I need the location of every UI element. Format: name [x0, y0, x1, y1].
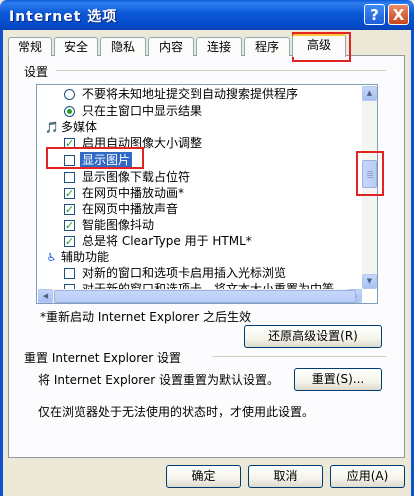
apply-button[interactable]: 应用(A) [330, 465, 405, 488]
restart-note: *重新启动 Internet Explorer 之后生效 [40, 310, 252, 324]
list-item[interactable]: 总是将 ClearType 用于 HTML* [37, 233, 357, 250]
checkbox-dithering[interactable] [64, 217, 75, 234]
checkbox-caret-browsing[interactable] [64, 268, 75, 279]
settings-list[interactable]: 不要将未知地址提交到自动搜索提供程序 只在主窗口中显示结果 🎵 多媒体 启用自动… [36, 84, 378, 304]
reset-description: 将 Internet Explorer 设置重置为默认设置。 [38, 373, 280, 387]
radio-main-window[interactable] [64, 106, 75, 117]
scroll-down-icon[interactable]: ▼ [362, 274, 377, 289]
multimedia-icon: 🎵 [45, 121, 59, 134]
title-bar[interactable]: Internet 选项 ? X [0, 0, 414, 30]
ok-button[interactable]: 确定 [166, 465, 241, 488]
tab-general[interactable]: 常规 [8, 37, 52, 56]
tab-content[interactable]: 内容 [148, 37, 194, 56]
reset-section-title: 重置 Internet Explorer 设置 [24, 351, 182, 365]
list-item[interactable]: 不要将未知地址提交到自动搜索提供程序 [37, 86, 357, 103]
show-pictures-highlight [46, 147, 144, 169]
checkbox-sounds[interactable] [64, 201, 75, 218]
tab-advanced[interactable]: 高级 [292, 34, 346, 57]
help-button[interactable]: ? [364, 4, 385, 25]
restore-advanced-button[interactable]: 还原高级设置(R) [244, 325, 382, 348]
reset-divider [212, 356, 386, 357]
list-item[interactable]: 在网页中播放动画* [37, 185, 357, 202]
cancel-button[interactable]: 取消 [248, 465, 323, 488]
settings-group-label: 设置 [24, 65, 49, 79]
scroll-thumb-highlight [356, 151, 384, 196]
list-item[interactable]: 对于新的窗口和选项卡，将文本大小重置为中等 [37, 281, 357, 289]
reset-button[interactable]: 重置(S)... [294, 368, 382, 391]
checkbox-animations[interactable] [64, 185, 75, 202]
window-frame-left [0, 30, 3, 496]
close-button[interactable]: X [388, 4, 409, 25]
list-item[interactable]: 智能图像抖动 [37, 217, 357, 234]
checkbox-placeholders[interactable] [64, 172, 75, 183]
tab-security[interactable]: 安全 [54, 37, 98, 56]
reset-note: 仅在浏览器处于无法使用的状态时，才使用此设置。 [38, 405, 315, 419]
tab-connections[interactable]: 连接 [196, 37, 242, 56]
horizontal-scroll-thumb[interactable] [54, 290, 356, 303]
scroll-up-icon[interactable]: ▲ [362, 86, 377, 101]
scroll-left-icon[interactable]: ◀ [38, 289, 53, 303]
list-item[interactable]: 对新的窗口和选项卡启用插入光标浏览 [37, 265, 357, 282]
list-item: ♿ 辅助功能 [46, 250, 110, 264]
checkbox-cleartype[interactable] [64, 233, 75, 250]
tab-programs[interactable]: 程序 [244, 37, 290, 56]
window-title: Internet 选项 [9, 9, 118, 25]
accessibility-icon: ♿ [46, 251, 57, 264]
radio-submit-unknown[interactable] [64, 89, 75, 100]
tab-privacy[interactable]: 隐私 [100, 37, 146, 56]
settings-divider [56, 70, 386, 71]
list-item: 🎵 多媒体 [45, 120, 98, 134]
list-item[interactable]: 显示图像下载占位符 [37, 169, 357, 186]
list-item[interactable]: 在网页中播放声音 [37, 201, 357, 218]
list-item[interactable]: 只在主窗口中显示结果 [37, 103, 357, 120]
